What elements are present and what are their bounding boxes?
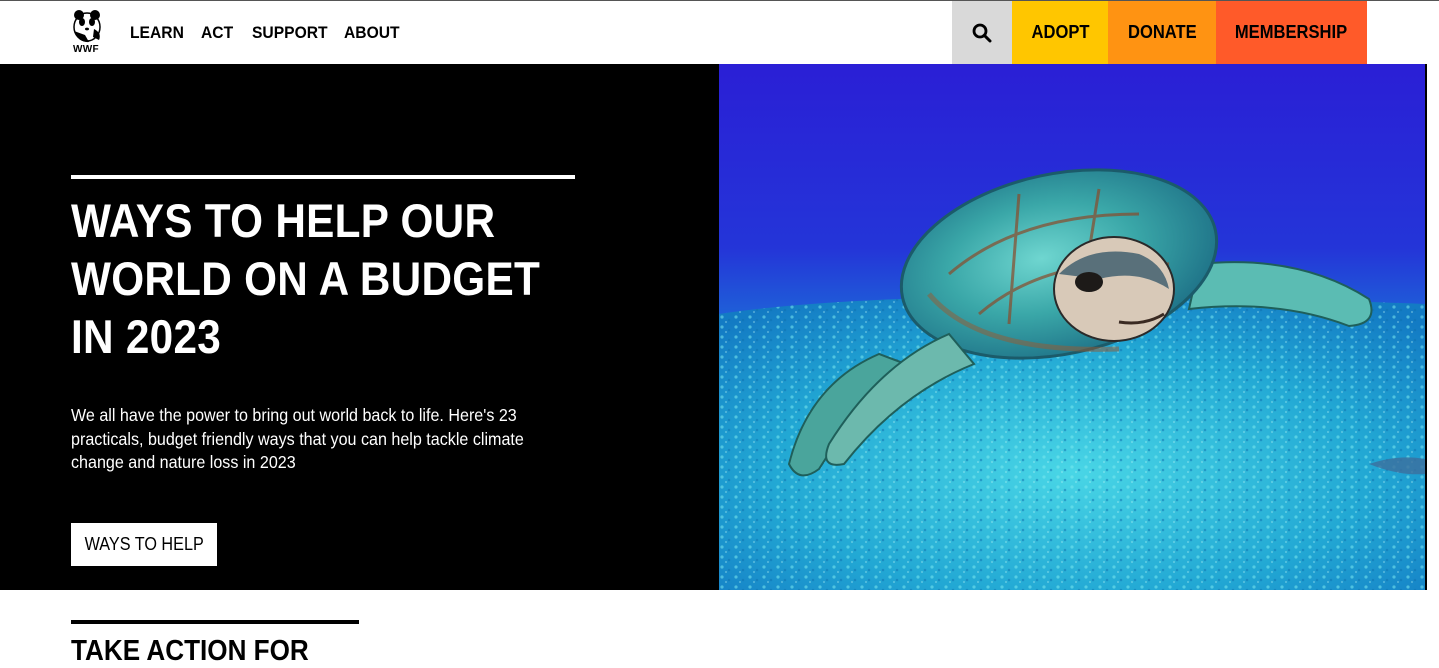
membership-label: MEMBERSHIP [1235, 22, 1348, 42]
hero-title: WAYS TO HELP OUR WORLD ON A BUDGET IN 20… [71, 194, 541, 363]
hero-banner: WAYS TO HELP OUR WORLD ON A BUDGET IN 20… [0, 64, 1439, 590]
section-divider [71, 620, 359, 624]
hero-description: We all have the power to bring out world… [71, 405, 524, 472]
nav-item-act[interactable]: ACT [201, 23, 233, 43]
sea-turtle-photo [719, 64, 1425, 590]
membership-button[interactable]: MEMBERSHIP [1216, 1, 1367, 64]
logo-text: WWF [73, 44, 99, 55]
main-nav: LEARN ACT SUPPORT ABOUT [130, 1, 418, 64]
nav-item-support[interactable]: SUPPORT [252, 23, 328, 43]
section-title: TAKE ACTION FOR [71, 635, 309, 667]
gutter-divider [1425, 64, 1427, 590]
search-button[interactable] [952, 1, 1012, 64]
donate-button[interactable]: DONATE [1108, 1, 1216, 64]
search-icon [972, 23, 992, 42]
adopt-label: ADOPT [1031, 22, 1089, 42]
ways-to-help-button[interactable]: WAYS TO HELP [71, 523, 217, 566]
nav-item-learn[interactable]: LEARN [130, 23, 184, 43]
donate-label: DONATE [1127, 22, 1197, 42]
panda-logo-icon [73, 10, 101, 43]
nav-item-about[interactable]: ABOUT [344, 23, 400, 43]
site-header: WWF LEARN ACT SUPPORT ABOUT ADOPT DONATE… [0, 1, 1439, 64]
hero-divider [71, 175, 575, 179]
wwf-logo[interactable]: WWF [69, 9, 103, 55]
page-right-gutter [1425, 64, 1439, 590]
ways-to-help-label: WAYS TO HELP [84, 534, 204, 554]
adopt-button[interactable]: ADOPT [1012, 1, 1108, 64]
